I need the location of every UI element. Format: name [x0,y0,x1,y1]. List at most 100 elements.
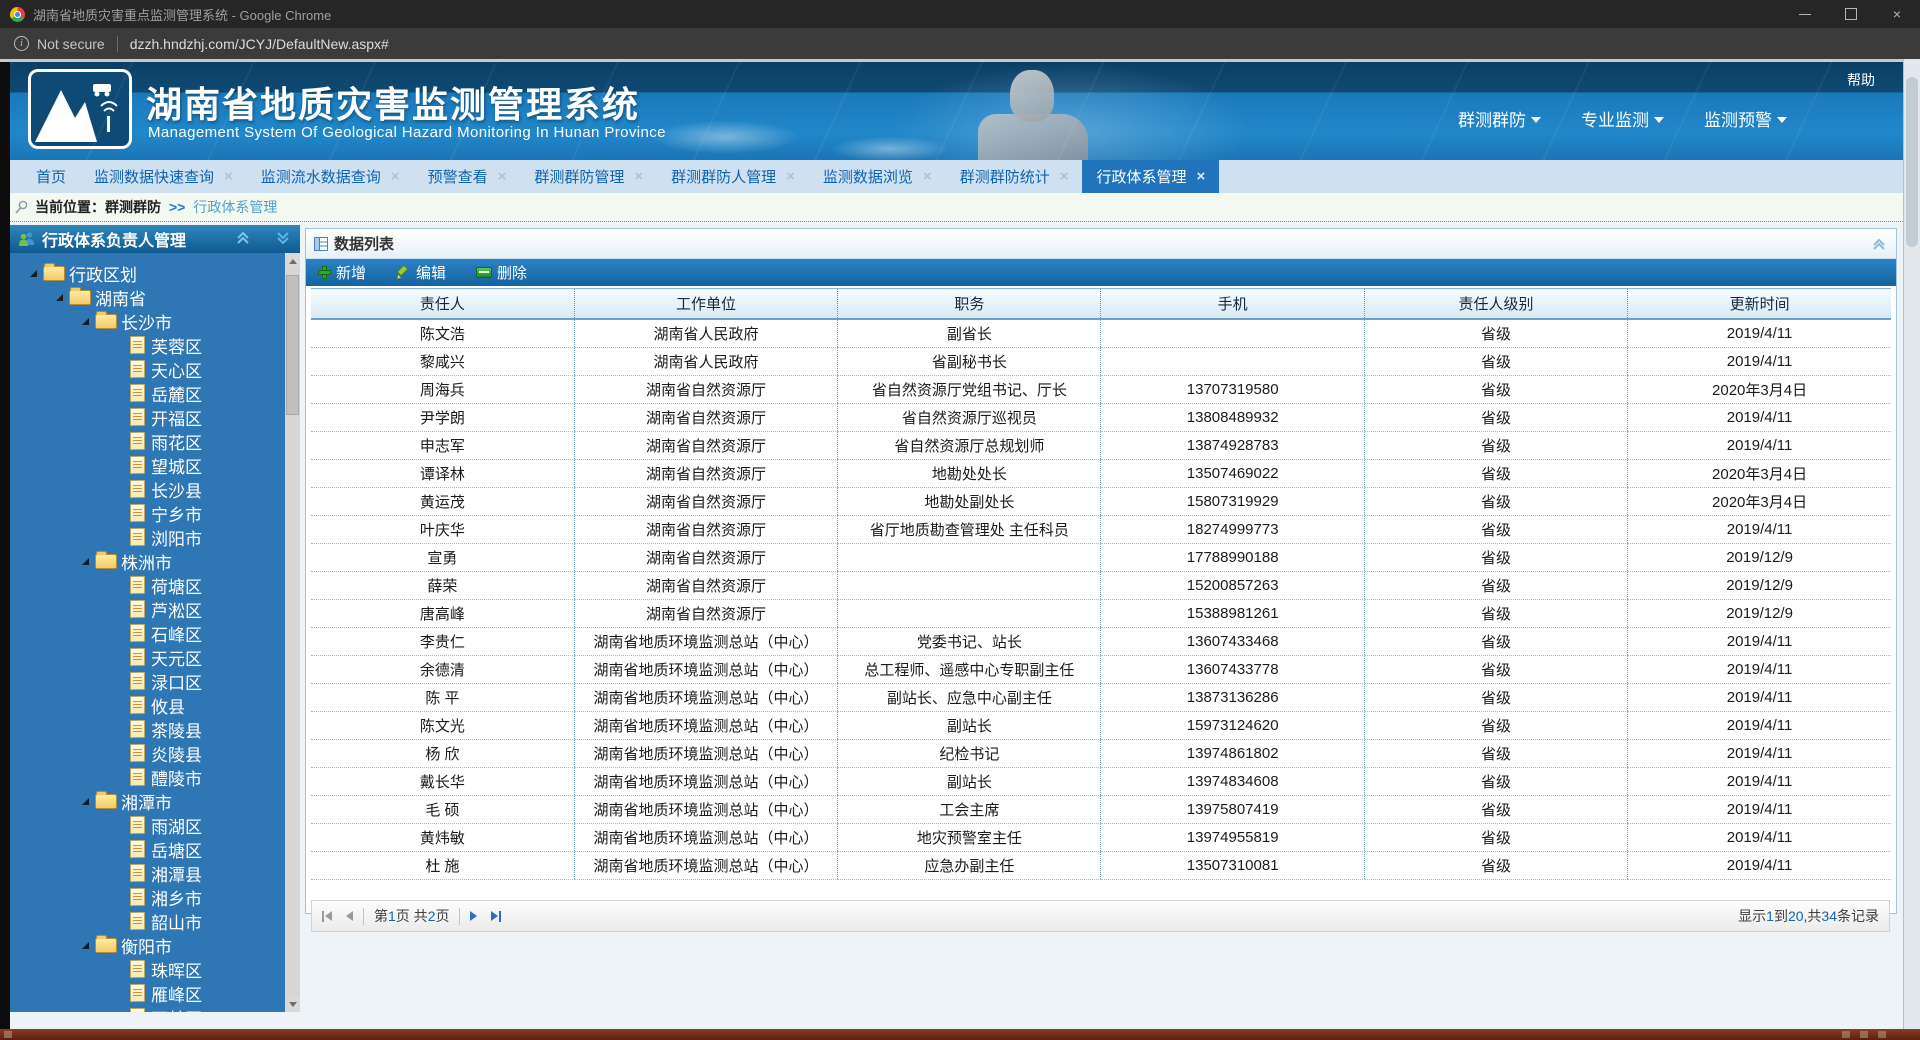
column-header-职务[interactable]: 职务 [838,289,1101,320]
tree-item-浏阳市[interactable]: 浏阳市 [10,525,300,549]
table-row[interactable]: 黎咸兴湖南省人民政府省副秘书长省级2019/4/11 [311,348,1891,376]
table-row[interactable]: 唐高峰湖南省自然资源厅15388981261省级2019/12/9 [311,600,1891,628]
tab-close-icon[interactable]: × [1060,168,1069,185]
table-row[interactable]: 杜 施湖南省地质环境监测总站（中心）应急办副主任13507310081省级201… [311,852,1891,880]
delete-button[interactable]: 删除 [476,262,527,283]
edit-button[interactable]: 编辑 [396,262,446,283]
tree-item-茶陵县[interactable]: 茶陵县 [10,717,300,741]
table-row[interactable]: 薛荣湖南省自然资源厅15200857263省级2019/12/9 [311,572,1891,600]
table-row[interactable]: 黄运茂湖南省自然资源厅地勘处副处长15807319929省级2020年3月4日 [311,488,1891,516]
taskbar-tray-icon[interactable] [1842,1031,1850,1038]
expand-arrow-icon[interactable] [82,798,89,805]
address-bar[interactable]: i Not secure dzzh.hndzhj.com/JCYJ/Defaul… [0,28,1920,62]
tree-item-渌口区[interactable]: 渌口区 [10,669,300,693]
last-page-button[interactable] [491,911,501,922]
tab-群测群防管理[interactable]: 群测群防管理× [520,160,657,193]
nav-item-qcqf[interactable]: 群测群防 [1458,106,1541,131]
tab-close-icon[interactable]: × [498,168,507,185]
taskbar-tray-icon[interactable] [1860,1031,1868,1038]
maximize-button[interactable] [1828,0,1874,28]
tree-item-韶山市[interactable]: 韶山市 [10,909,300,933]
browser-scrollbar[interactable] [1903,59,1920,1029]
tab-监测流水数据查询[interactable]: 监测流水数据查询× [247,160,414,193]
tab-close-icon[interactable]: × [391,168,400,185]
add-button[interactable]: 新增 [318,262,366,283]
tab-监测数据浏览[interactable]: 监测数据浏览× [809,160,946,193]
table-row[interactable]: 李贵仁湖南省地质环境监测总站（中心）党委书记、站长13607433468省级20… [311,628,1891,656]
table-row[interactable]: 陈文浩湖南省人民政府副省长省级2019/4/11 [311,319,1891,348]
tree-item-醴陵市[interactable]: 醴陵市 [10,765,300,789]
table-row[interactable]: 宣勇湖南省自然资源厅17788990188省级2019/12/9 [311,544,1891,572]
tree-item-芦淞区[interactable]: 芦淞区 [10,597,300,621]
tab-close-icon[interactable]: × [634,168,643,185]
help-link[interactable]: 帮助 [1847,70,1875,90]
tree-item-天元区[interactable]: 天元区 [10,645,300,669]
collapse-up-icon[interactable] [236,231,250,245]
tab-群测群防人管理[interactable]: 群测群防人管理× [657,160,809,193]
column-header-责任人级别[interactable]: 责任人级别 [1364,289,1627,320]
tree-item-长沙县[interactable]: 长沙县 [10,477,300,501]
table-row[interactable]: 申志军湖南省自然资源厅省自然资源厅总规划师13874928783省级2019/4… [311,432,1891,460]
expand-arrow-icon[interactable] [82,558,89,565]
tab-预警查看[interactable]: 预警查看× [414,160,521,193]
table-row[interactable]: 戴长华湖南省地质环境监测总站（中心）副站长13974834608省级2019/4… [311,768,1891,796]
tree-item-长沙市[interactable]: 长沙市 [10,309,300,333]
tab-群测群防统计[interactable]: 群测群防统计× [946,160,1083,193]
tree-item-岳麓区[interactable]: 岳麓区 [10,381,300,405]
nav-item-jcyj[interactable]: 监测预警 [1704,106,1787,131]
scrollbar-thumb[interactable] [286,275,299,415]
tree-item-石鼓区[interactable]: 石鼓区 [10,1005,300,1012]
tab-监测数据快速查询[interactable]: 监测数据快速查询× [80,160,247,193]
taskbar[interactable] [0,1029,1920,1040]
tree-item-珠晖区[interactable]: 珠晖区 [10,957,300,981]
taskbar-tray-icon[interactable] [1878,1031,1886,1038]
panel-collapse-icon[interactable] [1872,238,1886,250]
tab-close-icon[interactable]: × [923,168,932,185]
taskbar-icon[interactable] [4,1031,12,1038]
column-header-更新时间[interactable]: 更新时间 [1628,289,1891,320]
tree-item-雁峰区[interactable]: 雁峰区 [10,981,300,1005]
table-row[interactable]: 叶庆华湖南省自然资源厅省厅地质勘查管理处 主任科员18274999773省级20… [311,516,1891,544]
first-page-button[interactable] [322,911,332,922]
tree-item-衡阳市[interactable]: 衡阳市 [10,933,300,957]
tab-行政体系管理[interactable]: 行政体系管理× [1082,160,1219,193]
next-page-button[interactable] [470,911,477,921]
minimize-button[interactable] [1782,0,1828,28]
scroll-down-button[interactable] [285,996,300,1012]
tree-item-行政区划[interactable]: 行政区划 [10,261,300,285]
column-header-工作单位[interactable]: 工作单位 [574,289,837,320]
tree-item-株洲市[interactable]: 株洲市 [10,549,300,573]
tree-item-芙蓉区[interactable]: 芙蓉区 [10,333,300,357]
expand-arrow-icon[interactable] [30,270,37,277]
table-row[interactable]: 黄炜敏湖南省地质环境监测总站（中心）地灾预警室主任13974955819省级20… [311,824,1891,852]
prev-page-button[interactable] [346,911,353,921]
tree-item-天心区[interactable]: 天心区 [10,357,300,381]
tab-首页[interactable]: 首页 [22,160,80,193]
sidebar-scrollbar[interactable] [285,253,300,1012]
table-row[interactable]: 毛 硕湖南省地质环境监测总站（中心）工会主席13975807419省级2019/… [311,796,1891,824]
close-button[interactable]: × [1874,0,1920,28]
tree-item-湘潭县[interactable]: 湘潭县 [10,861,300,885]
table-row[interactable]: 周海兵湖南省自然资源厅省自然资源厅党组书记、厅长13707319580省级202… [311,376,1891,404]
table-row[interactable]: 陈 平湖南省地质环境监测总站（中心）副站长、应急中心副主任13873136286… [311,684,1891,712]
tree-item-攸县[interactable]: 攸县 [10,693,300,717]
scroll-up-button[interactable] [285,253,300,269]
tree-item-开福区[interactable]: 开福区 [10,405,300,429]
collapse-down-icon[interactable] [276,231,290,245]
scrollbar-thumb[interactable] [1906,77,1918,247]
expand-arrow-icon[interactable] [56,294,63,301]
tab-close-icon[interactable]: × [1197,168,1206,185]
table-row[interactable]: 尹学朗湖南省自然资源厅省自然资源厅巡视员13808489932省级2019/4/… [311,404,1891,432]
table-row[interactable]: 杨 欣湖南省地质环境监测总站（中心）纪检书记13974861802省级2019/… [311,740,1891,768]
security-label[interactable]: Not secure [37,36,105,52]
tab-close-icon[interactable]: × [224,168,233,185]
tree-item-雨花区[interactable]: 雨花区 [10,429,300,453]
nav-item-zyjc[interactable]: 专业监测 [1581,106,1664,131]
table-row[interactable]: 余德清湖南省地质环境监测总站（中心）总工程师、遥感中心专职副主任13607433… [311,656,1891,684]
tree-item-石峰区[interactable]: 石峰区 [10,621,300,645]
expand-arrow-icon[interactable] [82,318,89,325]
column-header-手机[interactable]: 手机 [1101,289,1364,320]
tree-item-湘潭市[interactable]: 湘潭市 [10,789,300,813]
tree-item-荷塘区[interactable]: 荷塘区 [10,573,300,597]
tree-item-湘乡市[interactable]: 湘乡市 [10,885,300,909]
